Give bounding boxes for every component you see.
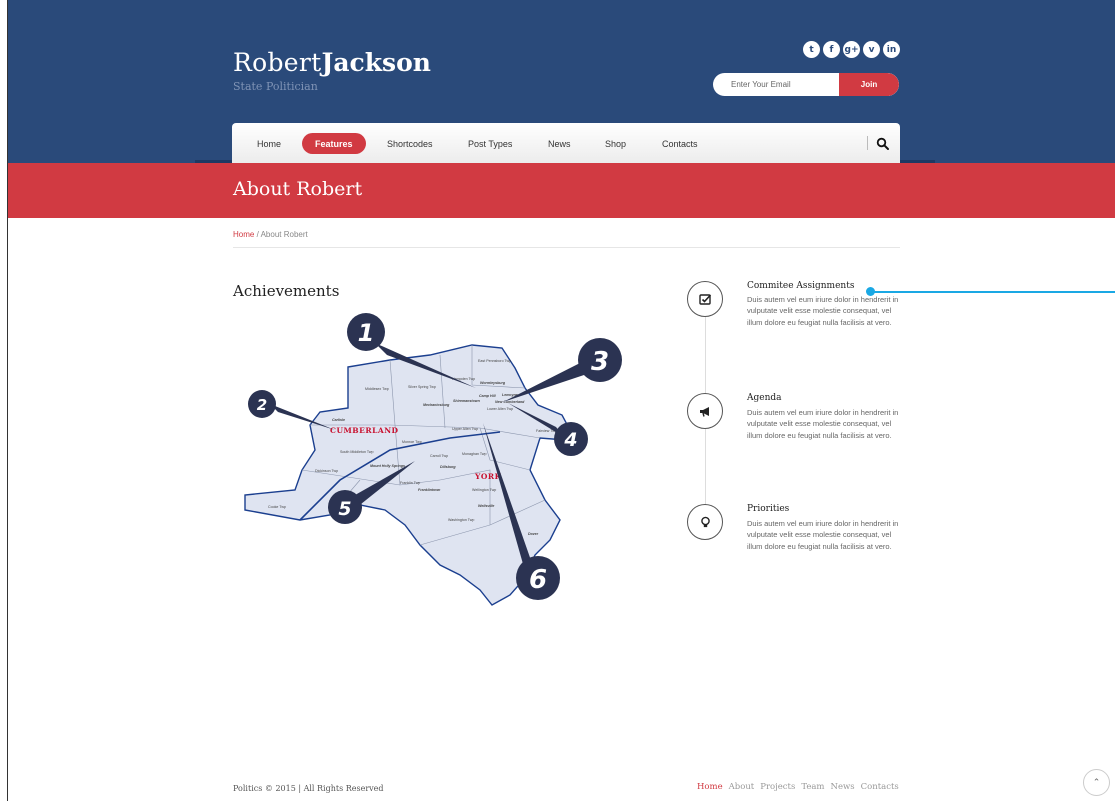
linkedin-icon[interactable]: in	[883, 41, 900, 58]
footer-link-projects[interactable]: Projects	[760, 782, 795, 792]
town-label: East Pennsboro Twp	[478, 359, 511, 363]
map-marker-1-label: 1	[358, 319, 375, 347]
timeline-text-priorities: Duis autem vel eum iriure dolor in hendr…	[747, 519, 899, 551]
breadcrumb-current: About Robert	[260, 230, 308, 239]
county-label-cumberland: CUMBERLAND	[330, 426, 399, 435]
nav-home[interactable]: Home	[257, 133, 281, 154]
footer-link-contacts[interactable]: Contacts	[861, 782, 899, 792]
footer-link-news[interactable]: News	[831, 782, 855, 792]
site-logo[interactable]: RobertJackson	[233, 48, 431, 78]
newsletter-form: Join	[713, 73, 899, 96]
town-label: Upper Allen Twp	[452, 427, 478, 431]
town-label: Carroll Twp	[430, 454, 448, 458]
breadcrumb: Home / About Robert	[233, 230, 308, 239]
timeline-text-agenda: Duis autem vel eum iriure dolor in hendr…	[747, 408, 899, 440]
county-map: Middlesex Twp Silver Spring Twp Hampden …	[244, 313, 622, 606]
town-label: Franklin Twp	[400, 481, 420, 485]
town-label: Wellsville	[478, 504, 494, 508]
nav-contacts[interactable]: Contacts	[662, 133, 698, 154]
annotation-callout-line	[871, 291, 1115, 293]
timeline-text-committee: Duis autem vel eum iriure dolor in hendr…	[747, 295, 899, 327]
checklist-icon	[687, 281, 723, 317]
town-label: Washington Twp	[448, 518, 474, 522]
nav-shop[interactable]: Shop	[605, 133, 626, 154]
lightbulb-icon	[687, 504, 723, 540]
town-label: Silver Spring Twp	[408, 385, 436, 389]
main-nav: Home Features Shortcodes Post Types News…	[232, 123, 900, 163]
town-label: Camp Hill	[479, 394, 497, 398]
annotation-callout-dot	[866, 287, 875, 296]
social-links: t f g+ v in	[803, 41, 900, 58]
town-label: Cooke Twp	[268, 505, 286, 509]
chevron-up-icon: ⌃	[1092, 777, 1101, 787]
logo-first-name: Robert	[233, 48, 322, 77]
town-label: Monaghan Twp	[462, 452, 487, 456]
footer-link-about[interactable]: About	[729, 782, 755, 792]
map-marker-2-label: 2	[257, 396, 267, 414]
nav-post-types[interactable]: Post Types	[468, 133, 512, 154]
nav-features[interactable]: Features	[302, 133, 366, 154]
town-label: Mount Holly Springs	[370, 464, 405, 468]
section-title: Achievements	[233, 282, 340, 300]
breadcrumb-home-link[interactable]: Home	[233, 230, 254, 239]
page-title: About Robert	[233, 178, 363, 200]
scroll-to-top-button[interactable]: ⌃	[1083, 769, 1110, 796]
town-label: Lower Allen Twp	[487, 407, 513, 411]
twitter-icon[interactable]: t	[803, 41, 820, 58]
breadcrumb-separator: /	[256, 230, 259, 239]
town-label: Wormleysburg	[480, 381, 506, 385]
map-marker-6-label: 6	[529, 565, 547, 595]
map-marker-4-label: 4	[563, 429, 577, 451]
town-label: Franklintown	[418, 488, 441, 492]
town-label: Monroe Twp	[402, 440, 422, 444]
town-label: Dickinson Twp	[315, 469, 338, 473]
town-label: Wellington Twp	[472, 488, 496, 492]
town-label: Carlisle	[332, 418, 345, 422]
vimeo-icon[interactable]: v	[863, 41, 880, 58]
email-input[interactable]	[713, 73, 839, 96]
footer-link-team[interactable]: Team	[801, 782, 824, 792]
breadcrumb-divider	[233, 247, 900, 248]
page-banner: About Robert	[8, 163, 1115, 218]
google-plus-icon[interactable]: g+	[843, 41, 860, 58]
search-icon[interactable]	[876, 137, 890, 151]
footer-link-home[interactable]: Home	[697, 782, 723, 792]
town-label: Dover	[528, 532, 539, 536]
join-button[interactable]: Join	[839, 73, 899, 96]
town-label: Mechanicsburg	[423, 403, 450, 407]
nav-shortcodes[interactable]: Shortcodes	[387, 133, 433, 154]
timeline-title-agenda: Agenda	[747, 393, 782, 403]
map-marker-5-label: 5	[338, 498, 351, 520]
town-label: Dillsburg	[440, 465, 456, 469]
nav-divider	[867, 136, 868, 150]
town-label: Shiremanstown	[453, 399, 481, 403]
town-label: South Middleton Twp	[340, 450, 374, 454]
timeline-title-committee: Commitee Assignments	[747, 281, 855, 291]
town-label: New Cumberland	[495, 400, 525, 404]
timeline-title-priorities: Priorities	[747, 504, 790, 514]
map-marker-3-label: 3	[591, 347, 609, 377]
nav-news[interactable]: News	[548, 133, 571, 154]
footer-copyright: Politics © 2015 | All Rights Reserved	[233, 784, 384, 793]
logo-last-name: Jackson	[321, 48, 431, 77]
facebook-icon[interactable]: f	[823, 41, 840, 58]
site-tagline: State Politician	[233, 80, 318, 93]
footer-nav: Home About Projects Team News Contacts	[697, 782, 899, 792]
town-label: Middlesex Twp	[365, 387, 389, 391]
megaphone-icon	[687, 393, 723, 429]
